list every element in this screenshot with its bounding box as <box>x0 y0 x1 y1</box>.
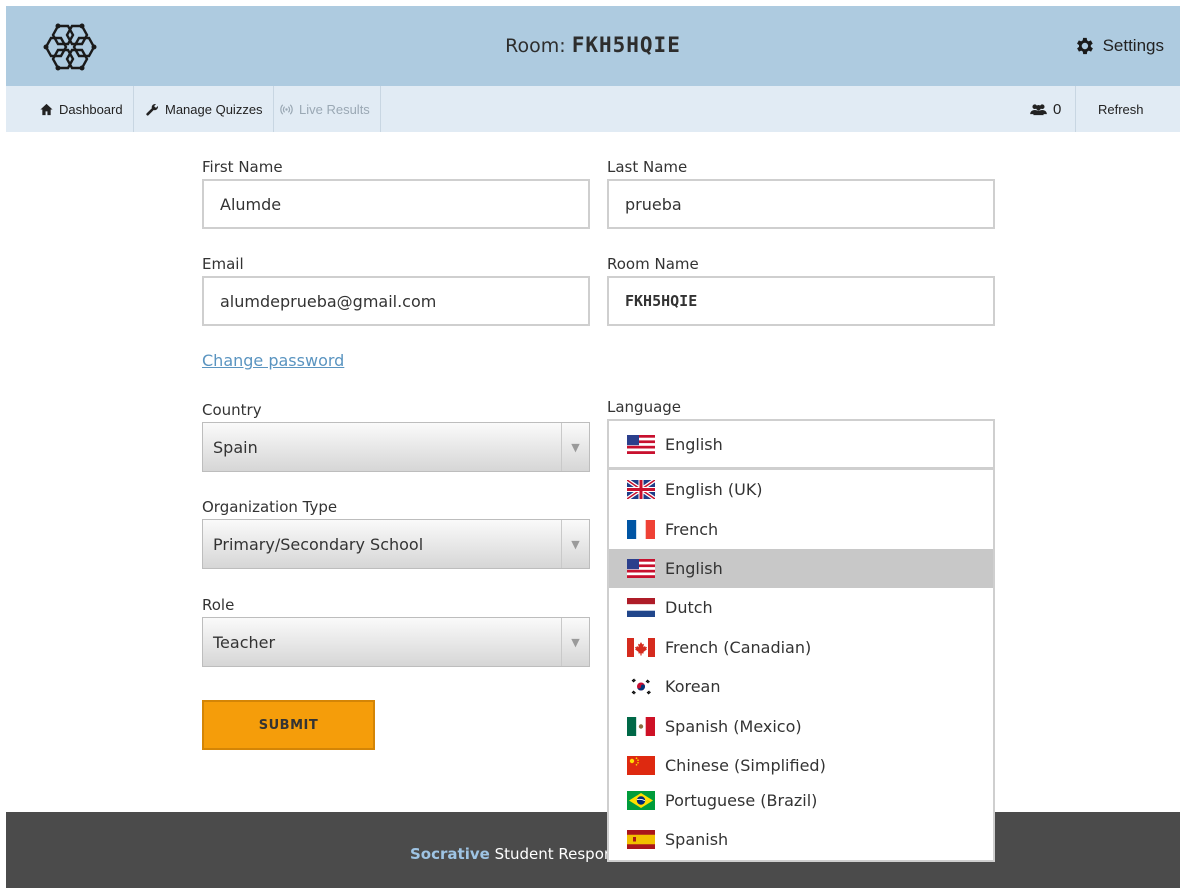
language-option-label: English <box>665 558 723 578</box>
sub-navigation: Dashboard Manage Quizzes Live Results 0 … <box>6 86 1180 132</box>
refresh-label: Refresh <box>1098 101 1144 117</box>
canada-flag-icon <box>627 637 655 657</box>
nav-live-results-label: Live Results <box>299 101 370 117</box>
footer: Socrative Student Respor <box>6 812 1180 888</box>
role-value: Teacher <box>213 632 276 652</box>
language-option-label: Korean <box>665 677 721 697</box>
country-select[interactable]: Spain ▼ <box>202 422 590 472</box>
language-option-english[interactable]: English <box>609 548 993 589</box>
room-code: FKH5HQIE <box>571 33 681 57</box>
users-icon <box>1030 103 1047 115</box>
language-option-label: Spanish <box>665 829 729 849</box>
language-option-chinese-simplified[interactable]: Chinese (Simplified) <box>609 746 993 785</box>
korea-flag-icon <box>627 677 655 697</box>
organization-type-select[interactable]: Primary/Secondary School ▼ <box>202 519 590 569</box>
role-select[interactable]: Teacher ▼ <box>202 617 590 667</box>
language-option-label: French (Canadian) <box>665 637 812 657</box>
chevron-down-icon: ▼ <box>561 618 589 666</box>
room-label: Room: <box>505 35 566 57</box>
language-option-label: Spanish (Mexico) <box>665 716 802 736</box>
language-option-dutch[interactable]: Dutch <box>609 588 993 627</box>
language-option-french[interactable]: French <box>609 509 993 548</box>
room-name-label: Room Name <box>607 255 699 273</box>
netherlands-flag-icon <box>627 598 655 618</box>
home-icon <box>40 103 53 115</box>
language-option-label: English (UK) <box>665 480 763 500</box>
nav-manage-quizzes[interactable]: Manage Quizzes <box>136 86 274 132</box>
france-flag-icon <box>627 519 655 539</box>
last-name-input[interactable]: prueba <box>607 179 995 229</box>
last-name-label: Last Name <box>607 158 688 176</box>
language-option-label: French <box>665 519 719 539</box>
language-value: English <box>665 434 723 454</box>
organization-type-label: Organization Type <box>202 498 338 516</box>
nav-manage-quizzes-label: Manage Quizzes <box>165 101 263 117</box>
role-label: Role <box>202 596 235 614</box>
country-label: Country <box>202 401 262 419</box>
language-label: Language <box>607 398 682 416</box>
language-option-spanish[interactable]: Spanish <box>609 816 993 862</box>
footer-brand[interactable]: Socrative <box>410 845 490 863</box>
student-count: 0 <box>1030 86 1077 132</box>
room-title: Room: FKH5HQIE <box>6 33 1180 57</box>
language-option-label: Dutch <box>665 598 713 618</box>
organization-type-value: Primary/Secondary School <box>213 534 424 554</box>
china-flag-icon <box>627 755 655 775</box>
language-select[interactable]: English <box>607 419 995 469</box>
refresh-button[interactable]: Refresh <box>1092 86 1144 132</box>
first-name-label: First Name <box>202 158 283 176</box>
language-option-spanish-mexico[interactable]: Spanish (Mexico) <box>609 706 993 745</box>
language-option-korean[interactable]: Korean <box>609 667 993 706</box>
nav-dashboard-label: Dashboard <box>59 101 123 117</box>
top-header: Room: FKH5HQIE Settings <box>6 6 1180 86</box>
broadcast-icon <box>280 103 293 115</box>
gear-icon <box>1076 37 1093 55</box>
brazil-flag-icon <box>627 791 655 811</box>
language-option-french-canadian[interactable]: French (Canadian) <box>609 628 993 667</box>
first-name-input[interactable]: Alumde <box>202 179 590 229</box>
wrench-icon <box>146 103 159 116</box>
us-flag-icon <box>627 434 655 454</box>
chevron-down-icon: ▼ <box>561 423 589 471</box>
nav-live-results[interactable]: Live Results <box>270 86 381 132</box>
settings-button[interactable]: Settings <box>1073 35 1164 57</box>
language-option-label: Portuguese (Brazil) <box>665 791 818 811</box>
country-value: Spain <box>213 437 258 457</box>
email-label: Email <box>202 255 244 273</box>
change-password-link[interactable]: Change password <box>202 351 344 370</box>
submit-button[interactable]: SUBMIT <box>202 700 375 750</box>
spain-flag-icon <box>627 829 655 849</box>
nav-dashboard[interactable]: Dashboard <box>30 86 134 132</box>
footer-caption: Student Respor <box>494 845 611 863</box>
email-input[interactable]: alumdeprueba@gmail.com <box>202 276 590 326</box>
settings-label: Settings <box>1102 36 1164 55</box>
language-option-label: Chinese (Simplified) <box>665 755 826 775</box>
language-dropdown-list: English (UK) French English Dutch French… <box>607 469 995 862</box>
student-count-value: 0 <box>1053 100 1062 118</box>
language-option-portuguese-brazil[interactable]: Portuguese (Brazil) <box>609 785 993 816</box>
footer-text: Socrative Student Respor <box>410 845 610 863</box>
uk-flag-icon <box>627 480 655 500</box>
chevron-down-icon: ▼ <box>561 520 589 568</box>
language-option-english-uk[interactable]: English (UK) <box>609 470 993 509</box>
mexico-flag-icon <box>627 716 655 736</box>
room-name-input[interactable]: FKH5HQIE <box>607 276 995 326</box>
us-flag-icon <box>627 558 655 578</box>
